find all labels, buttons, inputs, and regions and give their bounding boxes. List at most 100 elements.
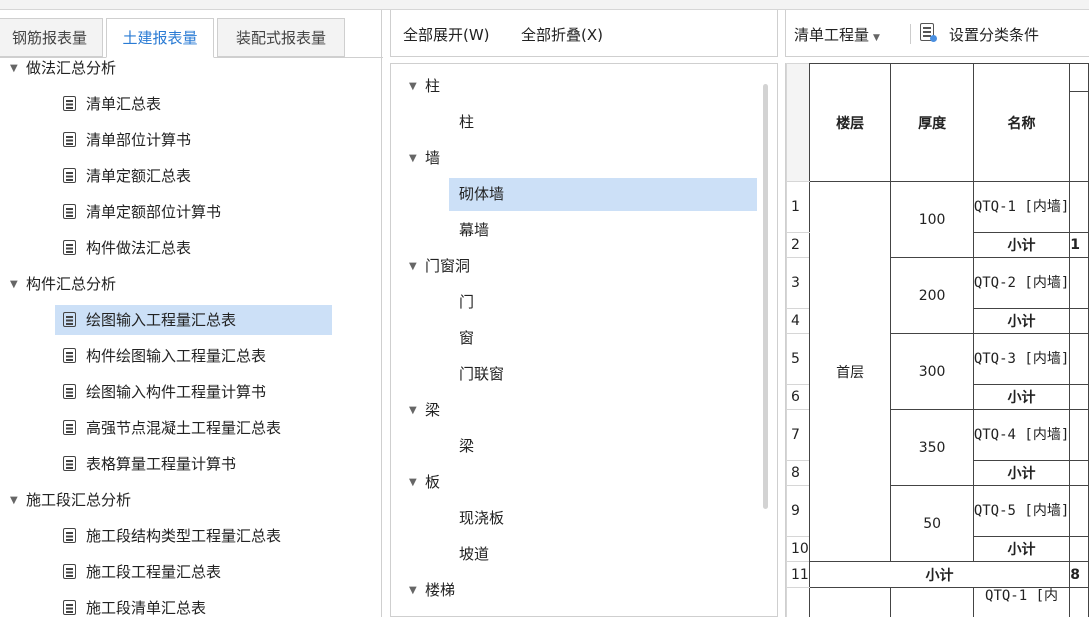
report-item[interactable]: 清单汇总表 (55, 89, 161, 119)
component-group[interactable]: ▼ 柱 (409, 70, 440, 103)
row-number: 4 (786, 308, 810, 334)
component-group[interactable]: ▼ 梁 (409, 394, 440, 427)
quantity-cell (1069, 409, 1089, 461)
report-item[interactable]: 构件做法汇总表 (55, 233, 191, 263)
quantity-cell (1069, 587, 1089, 617)
component-label: 窗 (459, 329, 475, 347)
tree-label: 施工段清单汇总表 (86, 599, 207, 617)
report-item[interactable]: 施工段清单汇总表 (55, 593, 206, 617)
thickness-cell (890, 587, 974, 617)
report-item[interactable]: 清单定额部位计算书 (55, 197, 221, 227)
quantity-cell (1069, 308, 1089, 334)
tree-label: 构件汇总分析 (26, 275, 117, 293)
report-item[interactable]: 绘图输入构件工程量计算书 (55, 377, 266, 407)
component-label: 楼梯 (425, 581, 456, 599)
component-label: 门 (459, 293, 475, 311)
report-doc-icon (63, 96, 76, 111)
component-item[interactable]: 门联窗 (449, 358, 504, 391)
component-label: 板 (425, 473, 441, 491)
component-item[interactable]: 砌体墙 (449, 178, 757, 211)
column-header-thickness: 厚度 (890, 63, 974, 182)
tab-prefab-report[interactable]: 装配式报表量 (217, 18, 345, 57)
component-item[interactable]: 柱 (449, 106, 474, 139)
component-label: 梁 (459, 437, 475, 455)
component-item[interactable]: 梁 (449, 430, 474, 463)
quantity-cell (1069, 384, 1089, 410)
caret-down-icon[interactable]: ▼ (10, 270, 26, 300)
caret-down-icon[interactable]: ▼ (409, 70, 425, 103)
component-toolbar: 全部展开(W) 全部折叠(X) (390, 10, 778, 57)
tree-label: 绘图输入工程量汇总表 (86, 311, 237, 329)
classify-settings-icon[interactable] (920, 23, 937, 42)
component-item[interactable]: 门 (449, 286, 474, 319)
report-item[interactable]: 清单部位计算书 (55, 125, 191, 155)
tab-rebar-report[interactable]: 钢筋报表量 (0, 18, 103, 57)
row-number: 2 (786, 232, 810, 258)
floor-cell (808, 587, 892, 617)
tree-group[interactable]: ▼ 做法汇总分析 (10, 53, 116, 83)
row-number: 11 (786, 561, 810, 588)
caret-down-icon[interactable]: ▼ (10, 486, 26, 516)
caret-down-icon[interactable]: ▼ (409, 466, 425, 499)
tree-group[interactable]: ▼ 构件汇总分析 (10, 269, 116, 299)
report-item[interactable]: 绘图输入工程量汇总表 (55, 305, 332, 335)
subtotal-cell: 小计 (972, 308, 1071, 334)
report-toolbar: 清单工程量 ▼ 设置分类条件 (785, 10, 1089, 57)
component-label: 柱 (459, 113, 475, 131)
component-item[interactable]: 现浇板 (449, 502, 504, 535)
component-group[interactable]: ▼ 板 (409, 466, 440, 499)
tab-civil-report[interactable]: 土建报表量 (106, 18, 214, 58)
report-tabs: 钢筋报表量 土建报表量 装配式报表量 (0, 18, 383, 58)
report-item[interactable]: 高强节点混凝土工程量汇总表 (55, 413, 281, 443)
component-item[interactable]: 窗 (449, 322, 474, 355)
caret-down-icon[interactable]: ▼ (10, 54, 26, 84)
tree-label: 清单部位计算书 (86, 131, 192, 149)
collapse-all-button[interactable]: 全部折叠(X) (521, 24, 603, 45)
name-cell: QTQ-5 [内墙] (972, 485, 1071, 537)
tree-label: 表格算量工程量计算书 (86, 455, 237, 473)
tree-label: 施工段结构类型工程量汇总表 (86, 527, 282, 545)
component-group[interactable]: ▼ 墙 (409, 142, 440, 175)
tree-group[interactable]: ▼ 施工段汇总分析 (10, 485, 131, 515)
report-doc-icon (63, 240, 76, 255)
expand-all-button[interactable]: 全部展开(W) (403, 24, 490, 45)
tree-label: 绘图输入构件工程量计算书 (86, 383, 267, 401)
component-group[interactable]: ▼ 楼梯 (409, 574, 455, 607)
row-number: 1 (786, 181, 810, 233)
report-item[interactable]: 表格算量工程量计算书 (55, 449, 236, 479)
component-tree-scrollbar[interactable] (763, 84, 768, 509)
component-label: 坡道 (459, 545, 490, 563)
tree-label: 施工段工程量汇总表 (86, 563, 222, 581)
report-doc-icon (63, 420, 76, 435)
column-header-quantity-sub (1069, 91, 1089, 182)
report-table: 楼层 厚度 名称 1 首层 100 QTQ-1 [内墙] 2 小计 1 3 20… (786, 63, 1089, 617)
caret-down-icon[interactable]: ▼ (409, 394, 425, 427)
component-item[interactable]: 坡道 (449, 538, 489, 571)
report-item[interactable]: 构件绘图输入工程量汇总表 (55, 341, 266, 371)
report-item[interactable]: 清单定额汇总表 (55, 161, 191, 191)
caret-down-icon[interactable]: ▼ (409, 142, 425, 175)
name-cell: QTQ-3 [内墙] (972, 333, 1071, 385)
component-label: 墙 (425, 149, 441, 167)
thickness-cell: 100 (890, 181, 974, 258)
component-group[interactable]: ▼ 门窗洞 (409, 250, 470, 283)
tree-label: 做法汇总分析 (26, 59, 117, 77)
tree-label: 构件做法汇总表 (86, 239, 192, 257)
component-label: 现浇板 (459, 509, 505, 527)
quantity-cell (1069, 536, 1089, 562)
row-number: 5 (786, 333, 810, 385)
component-item[interactable]: 幕墙 (449, 214, 489, 247)
report-doc-icon (63, 456, 76, 471)
report-item[interactable]: 施工段结构类型工程量汇总表 (55, 521, 281, 551)
caret-down-icon[interactable]: ▼ (409, 574, 425, 607)
caret-down-icon[interactable]: ▼ (409, 250, 425, 283)
set-classify-condition-button[interactable]: 设置分类条件 (949, 24, 1039, 45)
report-doc-icon (63, 168, 76, 183)
quantity-type-dropdown[interactable]: 清单工程量 ▼ (794, 24, 880, 45)
quantity-cell (1069, 333, 1089, 385)
report-doc-icon (63, 528, 76, 543)
thickness-cell: 200 (890, 257, 974, 334)
row-number (786, 587, 810, 617)
quantity-cell (1069, 181, 1089, 233)
report-item[interactable]: 施工段工程量汇总表 (55, 557, 221, 587)
